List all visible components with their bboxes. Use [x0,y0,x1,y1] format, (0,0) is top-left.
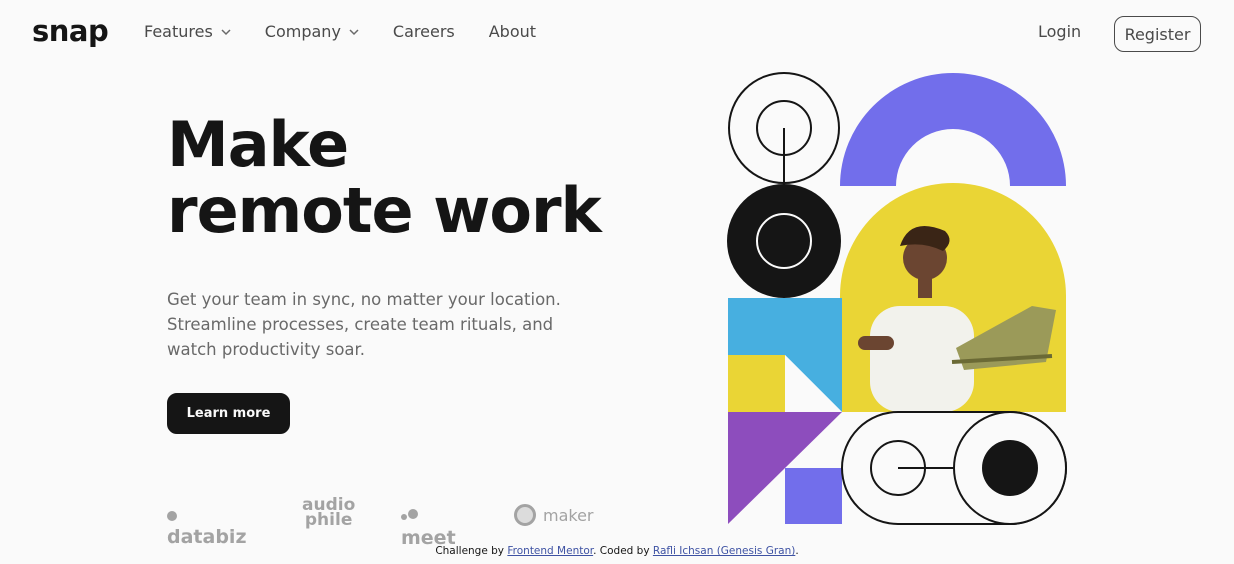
nav-company[interactable]: Company [265,22,359,41]
audiophile-bottom: phile [304,510,353,530]
chevron-down-icon [349,28,359,35]
nav-about-label: About [488,22,537,41]
maker-text: maker [543,505,594,525]
register-button[interactable]: Register [1114,16,1201,52]
hero-subtext: Get your team in sync, no matter your lo… [167,287,567,362]
purple-square [785,468,842,524]
client-databiz-logo: databiz [167,504,247,548]
chevron-down-icon [221,28,231,35]
learn-more-button[interactable]: Learn more [167,393,290,434]
blue-triangle-lower [728,298,785,356]
headline-line-1: Make [167,108,349,181]
black-circle [727,184,841,298]
bottom-black-dot [982,440,1038,496]
yellow-square [728,355,785,412]
main-nav: Features Company Careers About [144,22,570,41]
attribution-middle: . Coded by [593,545,650,557]
client-meet-logo: meet [401,505,456,549]
databiz-dot-icon [167,511,177,521]
hero-headline: Make remote work [167,108,602,247]
hero-illustration [727,72,1067,525]
nav-company-label: Company [264,22,341,41]
purple-arch [840,73,1066,186]
subtext-line-3: watch productivity soar. [167,340,366,359]
attribution-suffix: . [795,545,799,557]
client-audiophile-logo: audio phile [302,497,355,530]
author-link[interactable]: Rafli Ichsan (Genesis Gran) [653,545,795,557]
subtext-line-1: Get your team in sync, no matter your lo… [167,290,561,309]
nav-careers-label: Careers [392,22,455,41]
login-link[interactable]: Login [1038,22,1081,41]
frontend-mentor-link[interactable]: Frontend Mentor [507,545,593,557]
nav-features-label: Features [144,22,213,41]
maker-circle-icon [514,504,536,526]
nav-features[interactable]: Features [144,22,231,41]
headline-line-2: remote work [167,174,602,247]
subtext-line-2: Streamline processes, create team ritual… [167,315,554,334]
nav-about[interactable]: About [489,22,536,41]
logo[interactable]: snap [32,14,109,48]
attribution-prefix: Challenge by [435,545,505,557]
meet-dots-icon [401,505,418,527]
attribution: Challenge by Frontend Mentor. Coded by R… [0,545,1234,557]
nav-careers[interactable]: Careers [393,22,455,41]
client-maker-logo: maker [514,504,594,526]
